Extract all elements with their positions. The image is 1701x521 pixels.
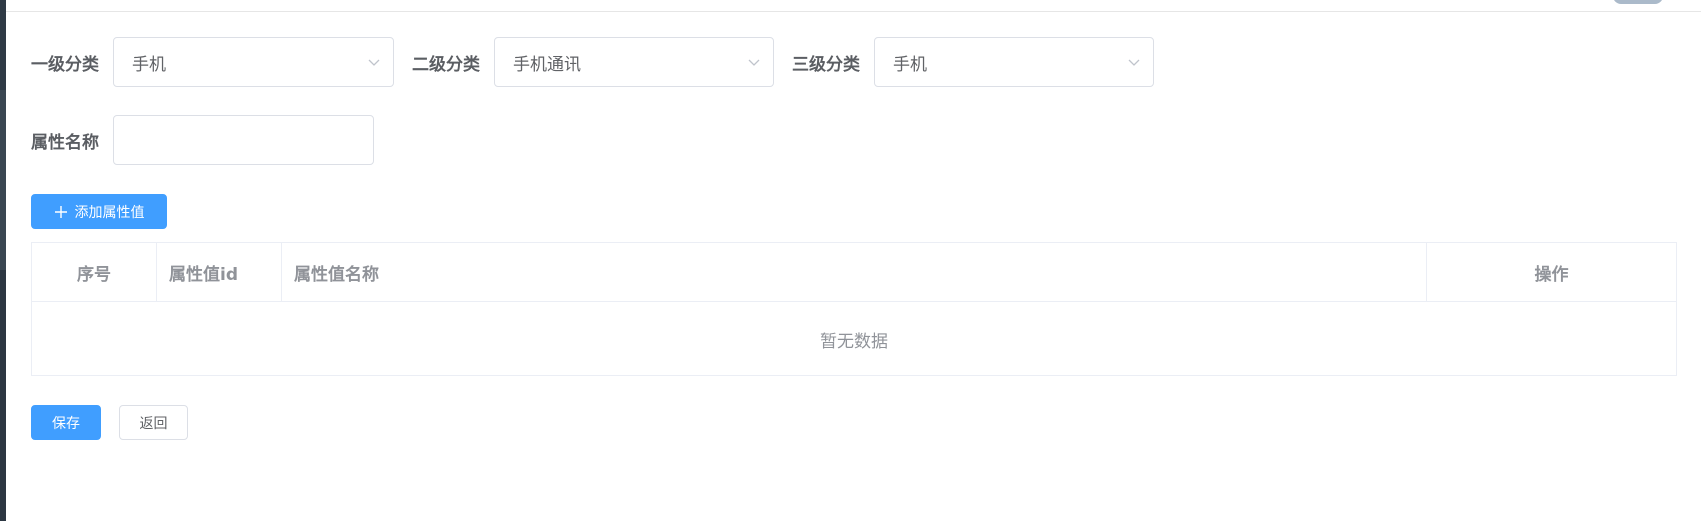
table-empty-text: 暂无数据 [820, 331, 888, 352]
level2-label: 二级分类 [412, 54, 480, 75]
save-button[interactable]: 保存 [31, 405, 101, 440]
column-header-actions: 操作 [1534, 264, 1569, 285]
chevron-down-icon [1128, 59, 1140, 66]
attr-name-input[interactable] [113, 115, 374, 165]
level3-label: 三级分类 [792, 54, 860, 75]
avatar[interactable] [1613, 0, 1663, 4]
level1-select[interactable]: 手机 [113, 37, 394, 87]
column-header-value-name: 属性值名称 [282, 243, 1427, 301]
table-header: 序号 属性值id 属性值名称 操作 [32, 243, 1676, 302]
column-header-value-id: 属性值id [157, 243, 282, 301]
category-filter-row: 一级分类 手机 二级分类 手机通讯 三级分类 手机 [31, 37, 1154, 87]
level2-value: 手机通讯 [513, 54, 581, 75]
back-button[interactable]: 返回 [119, 405, 188, 440]
attr-name-label: 属性名称 [31, 132, 99, 153]
top-header [6, 0, 1701, 12]
add-attr-value-button[interactable]: 添加属性值 [31, 194, 167, 229]
level3-select[interactable]: 手机 [874, 37, 1154, 87]
attr-value-table: 序号 属性值id 属性值名称 操作 暂无数据 [31, 242, 1677, 376]
plus-icon [54, 205, 67, 218]
column-header-index: 序号 [32, 243, 157, 301]
chevron-down-icon [368, 59, 380, 66]
sidebar-edge [0, 0, 6, 521]
level1-value: 手机 [132, 54, 166, 75]
level1-label: 一级分类 [31, 54, 99, 75]
add-attr-value-label: 添加属性值 [74, 204, 145, 221]
chevron-down-icon [748, 59, 760, 66]
level2-select[interactable]: 手机通讯 [494, 37, 774, 87]
level3-value: 手机 [893, 54, 927, 75]
attr-name-row: 属性名称 [31, 115, 374, 165]
